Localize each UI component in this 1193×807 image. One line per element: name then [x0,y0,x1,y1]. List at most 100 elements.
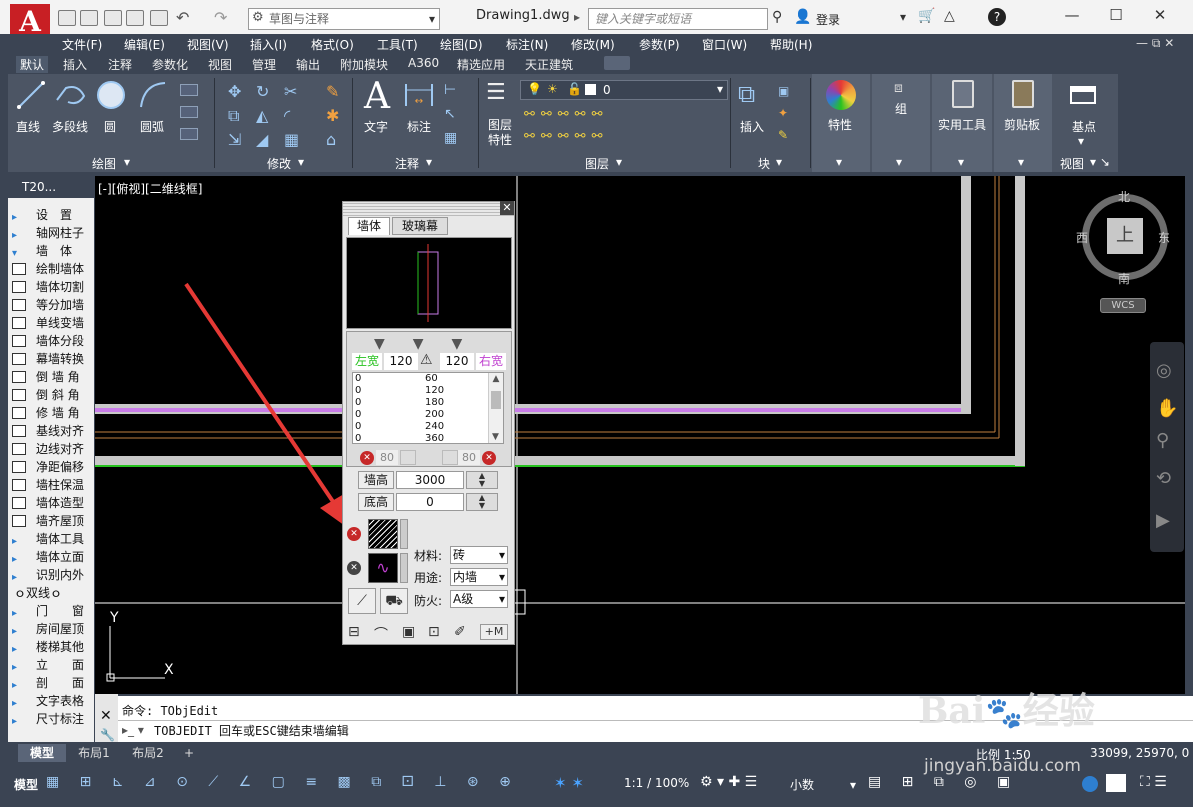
tz-section-item[interactable]: ▸ 轴网柱子 [8,224,94,242]
tz-section-item[interactable]: ▸ 剖 面 [8,674,94,692]
isolate-objects-icon[interactable] [1082,776,1098,792]
wall-hatch-pattern[interactable] [368,519,398,549]
edit-block-icon[interactable]: ✦ [778,106,788,120]
tab-layout2[interactable]: 布局2 [124,744,172,762]
workspace-select[interactable]: 草图与注释 ▾ [248,8,440,30]
tianzheng-header[interactable]: T20... [8,176,94,198]
ribbon-toggle-button[interactable] [604,56,630,70]
clipboard-label[interactable]: 剪贴板 [1004,116,1040,133]
width-list-row[interactable]: 0 200 [355,409,485,421]
redo-icon[interactable]: ↷ [214,8,227,27]
tz-section-item[interactable]: ▸ 文字表格 [8,692,94,710]
dimension-label[interactable]: 标注 [407,118,431,135]
properties-expand-icon[interactable]: ▾ [836,155,842,169]
tz-section-item[interactable]: ▸ 门 窗 [8,602,94,620]
width-list-row[interactable]: 0 120 [355,385,485,397]
menu-format[interactable]: 格式(O) [311,36,354,53]
wall-height-input[interactable]: 3000 [396,471,464,489]
orbit-icon[interactable]: ⟲ [1156,468,1171,489]
width-list-row[interactable]: 0 60 [355,373,485,385]
dimension-icon[interactable]: ↔ [404,82,434,108]
pick-properties-icon[interactable]: ⟋ [348,588,376,614]
modify-panel-expand-icon[interactable]: ▾ [298,155,304,169]
zoom-icon[interactable]: ⚲ [1156,430,1169,451]
basepoint-expand-icon[interactable]: ▾ [1078,134,1084,148]
units-select[interactable]: 小数 ▾ [790,776,856,794]
block-panel-title[interactable]: 块 [758,155,770,172]
maximize-button[interactable]: ☐ [1096,6,1136,28]
compass-north[interactable]: 北 [1118,188,1130,205]
right-width-value[interactable]: 120 [440,353,474,370]
circle-label[interactable]: 圆 [104,118,116,135]
binoculars-icon[interactable]: ⚲ [772,9,782,25]
block-panel-expand-icon[interactable]: ▾ [776,155,782,169]
tz-tool-item[interactable]: 修 墙 角 [8,404,94,422]
model-space-button[interactable]: 模型 [14,776,38,793]
layer-properties-icon[interactable]: ☰ [486,80,506,105]
attribute-icon[interactable]: ✎ [778,128,788,142]
clipboard-icon[interactable] [1012,80,1034,108]
tz-section-item[interactable]: ▸ 识别内外 [8,566,94,584]
cart-icon[interactable]: 🛒 [918,8,935,24]
explode-icon[interactable]: ✱ [326,106,339,125]
menu-parametric[interactable]: 参数(P) [639,36,680,53]
tz-section-item[interactable]: ▸ 墙体工具 [8,530,94,548]
pan-icon[interactable]: ✋ [1156,398,1178,419]
tab-addins[interactable]: 附加模块 [340,56,388,73]
width-list[interactable]: 0 60 0 120 0 180 0 200 0 240 0 360 [352,372,504,444]
tab-tianzheng[interactable]: 天正建筑 [525,56,573,73]
command-settings-icon[interactable]: 🔧 [100,728,115,742]
base-height-input[interactable]: 0 [396,493,464,511]
tab-parametric[interactable]: 参数化 [152,56,188,73]
close-button[interactable]: ✕ [1140,6,1180,28]
tab-curtain-wall[interactable]: 玻璃幕 [392,217,448,235]
tab-model[interactable]: 模型 [18,744,66,762]
tz-section-item[interactable]: ▾ 墙 体 [8,242,94,260]
layer-tools-icons[interactable]: ⚯⚯⚯⚯⚯ ⚯⚯⚯⚯⚯ [524,104,642,148]
width-list-scrollbar[interactable]: ▲ ▼ [488,373,503,443]
leader-icon[interactable]: ↖ [444,106,456,122]
usage-select[interactable]: 内墙 ▾ [450,568,508,586]
menu-view[interactable]: 视图(V) [187,36,229,53]
wcs-menu[interactable]: WCS [1100,298,1146,313]
tz-tool-item[interactable]: 等分加墙 [8,296,94,314]
line-icon[interactable] [16,80,46,110]
menu-insert[interactable]: 插入(I) [250,36,287,53]
menu-file[interactable]: 文件(F) [62,36,102,53]
polyline-label[interactable]: 多段线 [52,118,88,135]
layers-panel-title[interactable]: 图层 [585,155,609,172]
table-icon[interactable]: ▦ [444,130,457,146]
rotate-icon[interactable]: ↻ [256,82,269,101]
compass-south[interactable]: 南 [1118,270,1130,287]
color-wheel-icon[interactable] [826,80,856,110]
fillet-icon[interactable]: ◜ [284,106,290,125]
erase-icon[interactable]: ✎ [326,82,339,101]
search-input[interactable]: 键入关键字或短语 [588,8,768,30]
view-panel-expand-icon[interactable]: ▾ ↘ [1090,155,1110,169]
annotation-panel-expand-icon[interactable]: ▾ [426,155,432,169]
calculator-icon[interactable] [952,80,974,108]
basepoint-icon[interactable] [1070,86,1096,104]
dialog-close-button[interactable]: ✕ [500,201,514,215]
left-width-value[interactable]: 120 [384,353,418,370]
minimize-button[interactable]: — [1052,6,1092,28]
group-label[interactable]: 组 [895,100,907,117]
workspace-switch-icon[interactable]: ⚙ ▾ ✚ ☰ [700,774,757,790]
swap-sides-icon[interactable]: ⚠ [420,352,433,368]
menu-draw[interactable]: 绘图(D) [440,36,483,53]
compass-east[interactable]: 东 [1158,229,1170,246]
left-offset-spinner[interactable] [400,450,416,465]
tab-output[interactable]: 输出 [296,56,320,73]
tab-default[interactable]: 默认 [16,56,49,73]
create-block-icon[interactable]: ▣ [778,84,789,98]
properties-label[interactable]: 特性 [828,116,852,133]
view-panel-title[interactable]: 视图 [1060,155,1084,172]
left-offset-value[interactable]: 80 [376,450,398,465]
tz-tool-item[interactable]: 墙体造型 [8,494,94,512]
copy-icon[interactable]: ⧉ [228,106,239,126]
insulation-pattern[interactable]: ∿ [368,553,398,583]
line-label[interactable]: 直线 [16,118,40,135]
undo-icon[interactable]: ↶ [176,8,189,27]
save-as-icon[interactable] [126,10,144,26]
tab-insert[interactable]: 插入 [63,56,87,73]
